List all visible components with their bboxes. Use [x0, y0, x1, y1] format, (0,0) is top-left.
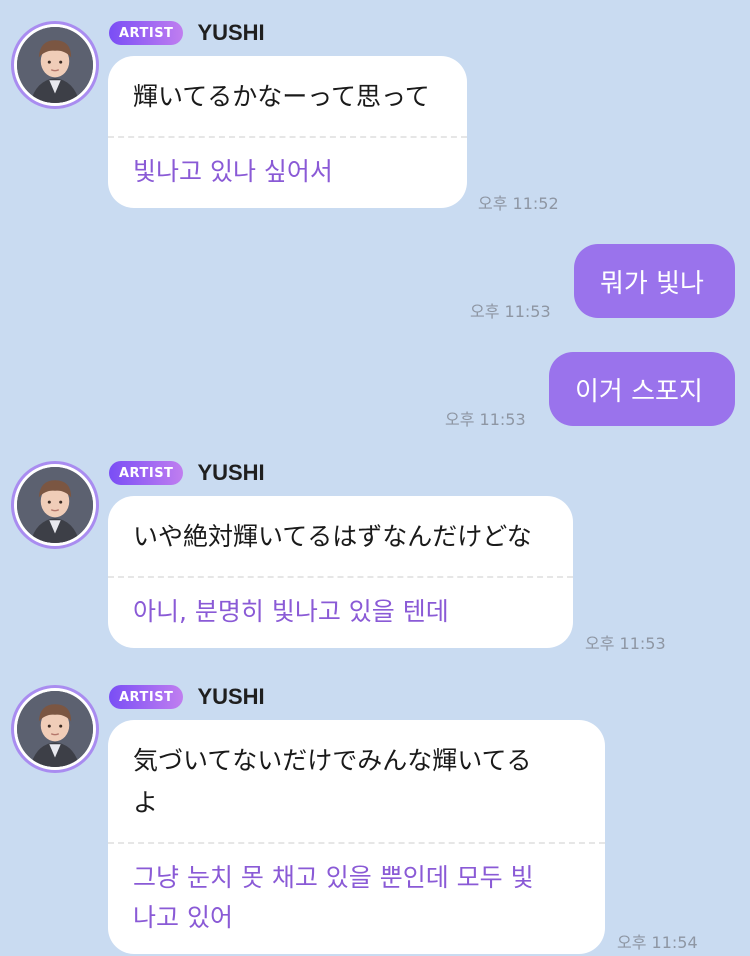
avatar[interactable]: [11, 685, 99, 773]
sender-header: ARTIST YUSHI: [109, 20, 265, 46]
received-message-bubble[interactable]: いや絶対輝いてるはずなんだけどな 아니, 분명히 빛나고 있을 텐데: [108, 496, 573, 648]
received-message-bubble[interactable]: 気づいてないだけでみんな輝いてる よ 그냥 눈치 못 채고 있을 뿐인데 모두 …: [108, 720, 605, 954]
artist-badge: ARTIST: [109, 685, 184, 709]
sent-message-bubble[interactable]: 뭐가 빛나: [574, 244, 735, 318]
translated-text-line: 그냥 눈치 못 채고 있을 뿐인데 모두 빛: [133, 863, 534, 892]
translated-text: 빛나고 있나 싶어서: [133, 157, 333, 186]
translated-text: 아니, 분명히 빛나고 있을 텐데: [133, 597, 449, 626]
avatar[interactable]: [11, 21, 99, 109]
message-timestamp: 오후 11:54: [617, 933, 698, 952]
received-message-bubble[interactable]: 輝いてるかなーって思って 빛나고 있나 싶어서: [108, 56, 467, 208]
message-timestamp: 오후 11:53: [470, 302, 551, 321]
sender-header: ARTIST YUSHI: [109, 684, 265, 710]
artist-badge: ARTIST: [109, 461, 184, 485]
artist-badge: ARTIST: [109, 21, 184, 45]
original-text-line: よ: [133, 788, 159, 817]
avatar-photo: [17, 467, 93, 543]
message-timestamp: 오후 11:53: [445, 410, 526, 429]
avatar[interactable]: [11, 461, 99, 549]
sent-message-bubble[interactable]: 이거 스포지: [549, 352, 735, 426]
sender-name: YUSHI: [197, 460, 265, 485]
sender-name: YUSHI: [197, 20, 265, 45]
original-text: いや絶対輝いてるはずなんだけどな: [108, 496, 573, 578]
original-text: 輝いてるかなーって思って: [108, 56, 467, 138]
original-text: 気づいてないだけでみんな輝いてる よ: [108, 720, 605, 844]
translated-text-line: 나고 있어: [133, 903, 233, 932]
sender-name: YUSHI: [197, 684, 265, 709]
original-text-line: 気づいてないだけでみんな輝いてる: [133, 746, 532, 775]
translated-text: 그냥 눈치 못 채고 있을 뿐인데 모두 빛 나고 있어: [108, 844, 605, 954]
avatar-photo: [17, 691, 93, 767]
message-timestamp: 오후 11:52: [478, 194, 559, 213]
message-timestamp: 오후 11:53: [585, 634, 666, 653]
sender-header: ARTIST YUSHI: [109, 460, 265, 486]
avatar-photo: [17, 27, 93, 103]
